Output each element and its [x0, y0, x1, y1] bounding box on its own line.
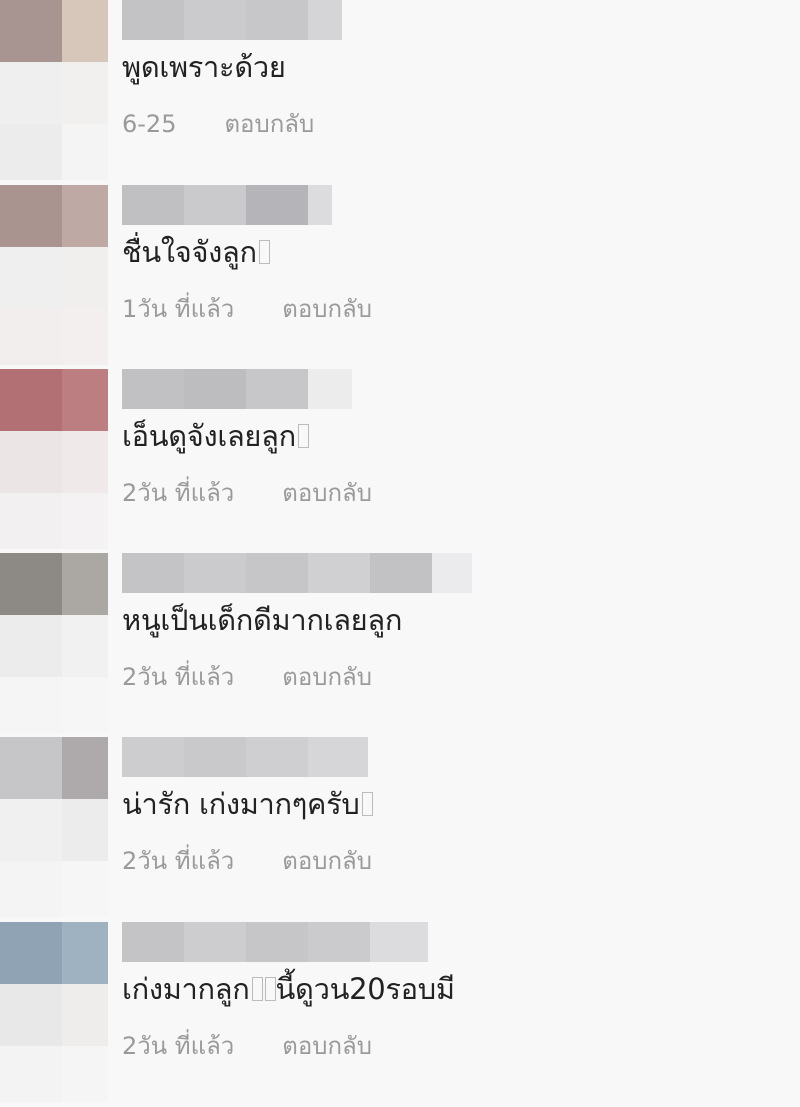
- missing-glyph-icon: [264, 977, 276, 1001]
- avatar-pixel: [0, 0, 62, 62]
- avatar-pixel: [0, 984, 62, 1046]
- comment-time: 2วัน ที่แล้ว: [122, 847, 235, 875]
- reply-button[interactable]: ตอบกลับ: [224, 104, 314, 143]
- reply-button[interactable]: ตอบกลับ: [282, 657, 372, 696]
- avatar-pixel: [0, 799, 62, 861]
- blurred-username[interactable]: [122, 553, 472, 593]
- avatar-pixel: [0, 309, 62, 365]
- avatar[interactable]: [0, 922, 108, 1102]
- comment-time: 2วัน ที่แล้ว: [122, 663, 235, 691]
- avatar-pixel: [62, 124, 108, 180]
- missing-glyph-icon: [361, 792, 373, 816]
- comment-meta: 6-25 ตอบกลับ: [122, 104, 314, 143]
- comment-text: หนูเป็นเด็กดีมากเลยลูก: [122, 603, 403, 637]
- blurred-username[interactable]: [122, 0, 342, 40]
- comment-time: 2วัน ที่แล้ว: [122, 1032, 235, 1060]
- avatar-pixel: [0, 737, 62, 799]
- avatar-pixel: [62, 247, 108, 309]
- avatar-pixel: [0, 615, 62, 677]
- avatar-pixel: [0, 62, 62, 124]
- comment-time: 2วัน ที่แล้ว: [122, 479, 235, 507]
- avatar-pixel: [62, 369, 108, 431]
- avatar-pixel: [62, 1046, 108, 1102]
- avatar-pixel: [0, 861, 62, 917]
- blurred-username[interactable]: [122, 922, 428, 962]
- comment-meta: 2วัน ที่แล้ว ตอบกลับ: [122, 657, 372, 696]
- avatar[interactable]: [0, 737, 108, 917]
- comment-text: เอ็นดูจังเลยลูก: [122, 413, 309, 459]
- avatar-pixel: [0, 493, 62, 549]
- avatar-pixel: [0, 124, 62, 180]
- missing-glyph-icon: [297, 424, 309, 448]
- avatar-pixel: [62, 615, 108, 677]
- comment-time: 6-25: [122, 110, 177, 138]
- avatar[interactable]: [0, 553, 108, 733]
- reply-button[interactable]: ตอบกลับ: [282, 473, 372, 512]
- comment-time: 1วัน ที่แล้ว: [122, 295, 235, 323]
- avatar[interactable]: [0, 0, 108, 180]
- comment-meta: 1วัน ที่แล้ว ตอบกลับ: [122, 289, 372, 328]
- reply-button[interactable]: ตอบกลับ: [282, 841, 372, 880]
- comment-item: เก่งมากลูก นี้ดูวน20รอบมี 2วัน ที่แล้ว ตอบ…: [0, 922, 800, 1107]
- avatar-pixel: [62, 861, 108, 917]
- comment-item: ชื่นใจจังลูก 1วัน ที่แล้ว ตอบกลับ: [0, 185, 800, 370]
- avatar-pixel: [62, 984, 108, 1046]
- avatar-pixel: [0, 1046, 62, 1102]
- avatar[interactable]: [0, 185, 108, 365]
- avatar-pixel: [0, 247, 62, 309]
- avatar-pixel: [0, 553, 62, 615]
- reply-button[interactable]: ตอบกลับ: [282, 1026, 372, 1065]
- blurred-username[interactable]: [122, 737, 368, 777]
- comment-meta: 2วัน ที่แล้ว ตอบกลับ: [122, 473, 372, 512]
- comment-meta: 2วัน ที่แล้ว ตอบกลับ: [122, 1026, 372, 1065]
- comment-item: หนูเป็นเด็กดีมากเลยลูก 2วัน ที่แล้ว ตอบกล…: [0, 553, 800, 738]
- avatar-pixel: [0, 185, 62, 247]
- avatar-pixel: [0, 677, 62, 733]
- comment-text: น่ารัก เก่งมากๆครับ: [122, 781, 373, 827]
- avatar-pixel: [62, 677, 108, 733]
- comment-meta: 2วัน ที่แล้ว ตอบกลับ: [122, 841, 372, 880]
- comment-text: พูดเพราะด้วย: [122, 50, 286, 84]
- missing-glyph-icon: [258, 240, 270, 264]
- avatar-pixel: [62, 185, 108, 247]
- comment-item: น่ารัก เก่งมากๆครับ 2วัน ที่แล้ว ตอบกลับ: [0, 737, 800, 922]
- comment-text: เก่งมากลูก นี้ดูวน20รอบมี: [122, 972, 455, 1006]
- blurred-username[interactable]: [122, 185, 332, 225]
- avatar-pixel: [62, 62, 108, 124]
- comment-text: ชื่นใจจังลูก: [122, 229, 270, 275]
- comment-item: เอ็นดูจังเลยลูก 2วัน ที่แล้ว ตอบกลับ: [0, 369, 800, 554]
- avatar-pixel: [62, 0, 108, 62]
- avatar-pixel: [62, 431, 108, 493]
- avatar-pixel: [62, 737, 108, 799]
- avatar-pixel: [0, 369, 62, 431]
- comment-item: พูดเพราะด้วย 6-25 ตอบกลับ: [0, 0, 800, 185]
- reply-button[interactable]: ตอบกลับ: [282, 289, 372, 328]
- avatar-pixel: [62, 799, 108, 861]
- avatar-pixel: [62, 553, 108, 615]
- avatar-pixel: [62, 309, 108, 365]
- avatar-pixel: [62, 922, 108, 984]
- missing-glyph-icon: [251, 977, 263, 1001]
- avatar[interactable]: [0, 369, 108, 549]
- avatar-pixel: [62, 493, 108, 549]
- avatar-pixel: [0, 431, 62, 493]
- blurred-username[interactable]: [122, 369, 352, 409]
- avatar-pixel: [0, 922, 62, 984]
